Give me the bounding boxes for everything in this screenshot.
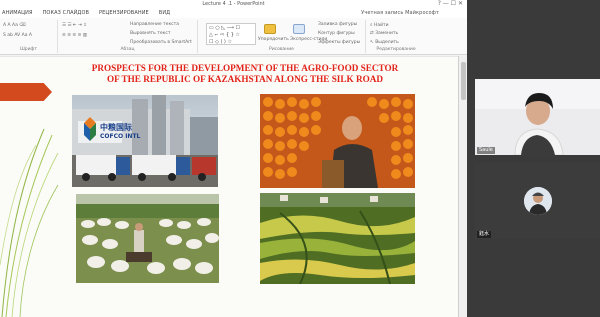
- slide-editing-area: PROSPECTS FOR THE DEVELOPMENT OF THE AGR…: [0, 56, 467, 317]
- avatar: [524, 187, 552, 215]
- slide[interactable]: PROSPECTS FOR THE DEVELOPMENT OF THE AGR…: [0, 57, 458, 317]
- select-cmd[interactable]: ↖ Выделить: [370, 40, 399, 45]
- tab-animation[interactable]: АНИМАЦИЯ: [2, 10, 33, 16]
- editing-group: ⌕ Найти ⇄ Заменить ↖ Выделить Редактиров…: [366, 20, 426, 53]
- shape-icons-row2: △ ⌐ ⇨ { } ☆: [209, 32, 241, 38]
- persimmon-scene: [260, 94, 415, 188]
- powerpoint-window: Lecture 4 .1 - PowerPoint ? — ☐ ✕ АНИМАЦ…: [0, 0, 467, 317]
- replace-cmd[interactable]: ⇄ Заменить: [370, 31, 398, 36]
- tab-review[interactable]: РЕЦЕНЗИРОВАНИЕ: [99, 10, 149, 16]
- select-label: Выделить: [375, 40, 399, 45]
- font-format-buttons[interactable]: S ab AV Aa A: [3, 33, 32, 38]
- cofco-logo-en: COFCO INTL: [100, 133, 141, 140]
- drawing-group-label: Рисование: [269, 47, 294, 52]
- title-bar: Lecture 4 .1 - PowerPoint ? — ☐ ✕: [0, 0, 467, 8]
- shapes-gallery[interactable]: ▭ ○ ◺ ⟶ ☐ △ ⌐ ⇨ { } ☆ ☐ ◇ ⟨ ⟩ ☆: [206, 23, 256, 45]
- video-panel: Saule 鈺水: [467, 0, 600, 317]
- arrange-label[interactable]: Упорядочить: [258, 37, 289, 42]
- avatar-image: [524, 187, 552, 215]
- photo-terraced-fields: [260, 193, 415, 284]
- window-title: Lecture 4 .1 - PowerPoint: [202, 1, 265, 7]
- drawing-group: ▭ ○ ◺ ⟶ ☐ △ ⌐ ⇨ { } ☆ ☐ ◇ ⟨ ⟩ ☆ Упорядоч…: [198, 20, 366, 53]
- participant-video: [475, 79, 600, 155]
- ribbon-tabs: АНИМАЦИЯ ПОКАЗ СЛАЙДОВ РЕЦЕНЗИРОВАНИЕ ВИ…: [0, 8, 467, 18]
- font-size-controls[interactable]: A A Aa ⌫: [3, 23, 26, 28]
- smartart-cmd[interactable]: Преобразовать в SmartArt: [130, 40, 192, 45]
- shape-icons-row3: ☐ ◇ ⟨ ⟩ ☆: [209, 39, 233, 45]
- sheep-scene: [76, 194, 219, 283]
- slide-title-line2: OF THE REPUBLIC OF KAZAKHSTAN ALONG THE …: [106, 74, 383, 84]
- screen: Lecture 4 .1 - PowerPoint ? — ☐ ✕ АНИМАЦ…: [0, 0, 600, 317]
- tab-view[interactable]: ВИД: [159, 10, 170, 16]
- list-buttons[interactable]: ☰ ☰ ⇤ ⇥ ⇳: [62, 23, 87, 28]
- cofco-logo-cn: 中粮国际: [100, 123, 132, 132]
- font-group-label: Шрифт: [19, 47, 38, 52]
- paragraph-group-label: Абзац: [120, 47, 135, 52]
- account-link[interactable]: Учетная запись Майкрософт: [361, 10, 439, 16]
- window-controls[interactable]: ? — ☐ ✕: [438, 0, 463, 8]
- slide-title[interactable]: PROSPECTS FOR THE DEVELOPMENT OF THE AGR…: [55, 63, 435, 85]
- shape-effects-cmd[interactable]: Эффекты фигуры: [318, 40, 360, 45]
- quick-styles-icon[interactable]: [293, 24, 305, 34]
- decorative-lines: [0, 128, 59, 317]
- fields-scene: [260, 193, 415, 284]
- text-direction-cmd[interactable]: Направление текста: [130, 22, 179, 27]
- shape-fill-cmd[interactable]: Заливка фигуры: [318, 22, 357, 27]
- ribbon: A A Aa ⌫ S ab AV Aa A Шрифт ☰ ☰ ⇤ ⇥ ⇳ ≡ …: [0, 18, 467, 55]
- participant-name-second: 鈺水: [477, 231, 492, 238]
- scrollbar-thumb[interactable]: [461, 62, 466, 100]
- tab-slideshow[interactable]: ПОКАЗ СЛАЙДОВ: [43, 10, 89, 16]
- video-tile-saule[interactable]: Saule: [475, 79, 600, 155]
- align-buttons[interactable]: ≡ ≡ ≡ ≡ ▥: [62, 33, 87, 38]
- arrange-icon[interactable]: [264, 24, 276, 34]
- video-tile-second[interactable]: 鈺水: [475, 163, 600, 239]
- shape-outline-cmd[interactable]: Контур фигуры: [318, 31, 355, 36]
- title-arrow-shape: [0, 83, 52, 101]
- editing-group-label: Редактирование: [376, 47, 416, 52]
- photo-persimmons: [260, 94, 415, 188]
- paragraph-group: ☰ ☰ ⇤ ⇥ ⇳ ≡ ≡ ≡ ≡ ▥ Направление текста В…: [58, 20, 198, 53]
- align-text-cmd[interactable]: Выровнять текст: [130, 31, 170, 36]
- find-label: Найти: [373, 23, 389, 28]
- replace-label: Заменить: [375, 31, 399, 36]
- photo-sheep-herd: [76, 194, 219, 283]
- cofco-scene: [72, 95, 218, 187]
- photo-cofco-silos: 中粮国际 COFCO INTL: [72, 95, 218, 187]
- shape-icons-row1: ▭ ○ ◺ ⟶ ☐: [209, 25, 240, 31]
- participant-name-saule: Saule: [477, 147, 495, 154]
- vertical-scrollbar[interactable]: [458, 56, 467, 317]
- font-group: A A Aa ⌫ S ab AV Aa A Шрифт: [0, 20, 58, 53]
- slide-title-line1: PROSPECTS FOR THE DEVELOPMENT OF THE AGR…: [91, 63, 399, 73]
- find-cmd[interactable]: ⌕ Найти: [370, 22, 389, 28]
